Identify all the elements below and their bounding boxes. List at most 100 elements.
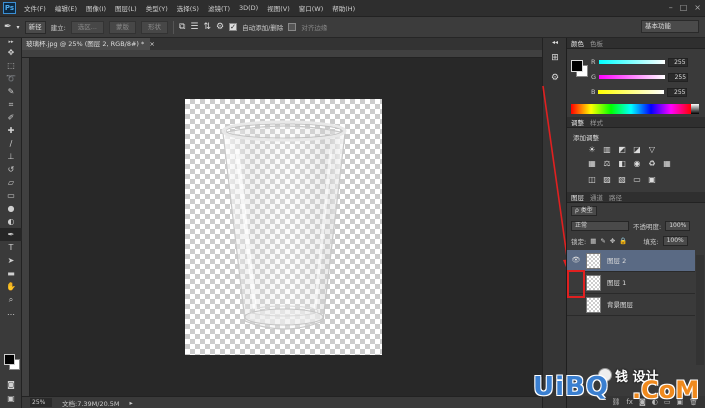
- layer-name[interactable]: 图层 1: [607, 272, 626, 294]
- tab-styles[interactable]: 样式: [590, 117, 603, 127]
- blend-mode-select[interactable]: 正常: [571, 220, 629, 231]
- toolbar-grip[interactable]: ▸▸: [0, 38, 22, 46]
- history-panel-icon[interactable]: ⊞: [543, 48, 567, 68]
- lock-paint-icon[interactable]: ✎: [600, 237, 605, 245]
- tab-swatches[interactable]: 色板: [590, 38, 603, 48]
- tab-paths[interactable]: 路径: [609, 192, 622, 202]
- path-select-tool-icon[interactable]: ➤: [0, 254, 22, 267]
- lock-position-icon[interactable]: ✥: [610, 237, 615, 245]
- move-tool-icon[interactable]: ✥: [0, 46, 22, 59]
- pen-tool-icon[interactable]: ✒: [4, 22, 12, 32]
- slider-b-value[interactable]: 255: [667, 87, 688, 97]
- shape-tool-icon[interactable]: ▬: [0, 267, 22, 280]
- tab-layers[interactable]: 图层: [571, 192, 584, 202]
- slider-b-track[interactable]: [598, 90, 665, 94]
- marquee-tool-icon[interactable]: ⬚: [0, 59, 22, 72]
- zoom-tool-icon[interactable]: ⌕: [0, 293, 22, 306]
- brush-tool-icon[interactable]: ∕: [0, 137, 22, 150]
- levels-icon[interactable]: ▥: [602, 145, 612, 155]
- ruler-vertical[interactable]: [22, 58, 30, 396]
- vibrance-icon[interactable]: ▽: [647, 145, 657, 155]
- align-edges-checkbox[interactable]: [288, 23, 297, 31]
- chevron-down-icon[interactable]: ▾: [17, 24, 20, 31]
- hand-tool-icon[interactable]: ✋: [0, 280, 22, 293]
- slider-b[interactable]: B 255: [591, 87, 688, 97]
- path-arrange-icon[interactable]: ⇅: [203, 22, 211, 32]
- layer-row-2[interactable]: 👁 图层 2: [567, 250, 695, 272]
- document-size[interactable]: 文档:7.39M/20.5M: [62, 398, 120, 408]
- hue-saturation-icon[interactable]: ▦: [587, 159, 597, 169]
- slider-g[interactable]: G 255: [591, 72, 689, 82]
- eyedropper-tool-icon[interactable]: ✐: [0, 111, 22, 124]
- close-button[interactable]: ×: [694, 3, 701, 12]
- history-brush-tool-icon[interactable]: ↺: [0, 163, 22, 176]
- menu-window[interactable]: 窗口(W): [299, 3, 324, 13]
- photo-filter-icon[interactable]: ◉: [632, 159, 642, 169]
- color-panel-foreground[interactable]: [571, 60, 583, 72]
- menu-select[interactable]: 选择(S): [177, 3, 199, 13]
- document-tab-close-icon[interactable]: ×: [149, 40, 154, 48]
- eye-icon[interactable]: 👁: [570, 254, 582, 267]
- maximize-button[interactable]: □: [680, 3, 688, 12]
- more-tools-icon[interactable]: …: [0, 306, 22, 319]
- shape-button[interactable]: 形状: [140, 20, 168, 34]
- color-spectrum-grayscale[interactable]: [691, 104, 699, 114]
- blur-tool-icon[interactable]: ●: [0, 202, 22, 215]
- menu-view[interactable]: 视图(V): [267, 3, 290, 13]
- eraser-tool-icon[interactable]: ▱: [0, 176, 22, 189]
- layer-filter-select[interactable]: ρ 类型: [571, 205, 597, 216]
- foreground-color[interactable]: [4, 354, 15, 365]
- canvas-area[interactable]: [30, 58, 542, 396]
- opacity-input[interactable]: 100%: [665, 220, 691, 231]
- stamp-tool-icon[interactable]: ⊥: [0, 150, 22, 163]
- slider-r-value[interactable]: 255: [667, 57, 688, 67]
- black-white-icon[interactable]: ◧: [617, 159, 627, 169]
- lasso-tool-icon[interactable]: ➰: [0, 72, 22, 85]
- channel-mixer-icon[interactable]: ♻: [647, 159, 657, 169]
- menu-edit[interactable]: 编辑(E): [55, 3, 77, 13]
- menu-3d[interactable]: 3D(D): [239, 4, 258, 12]
- auto-add-checkbox[interactable]: ✓: [229, 23, 238, 31]
- layer-name[interactable]: 图层 2: [607, 250, 626, 272]
- type-tool-icon[interactable]: T: [0, 241, 22, 254]
- menu-image[interactable]: 图像(I): [86, 3, 106, 13]
- curves-icon[interactable]: ◩: [617, 145, 627, 155]
- slider-r-track[interactable]: [598, 60, 665, 64]
- posterize-icon[interactable]: ▨: [602, 175, 612, 185]
- fill-input[interactable]: 100%: [662, 235, 688, 246]
- mask-button[interactable]: 蒙版: [108, 20, 136, 34]
- healing-tool-icon[interactable]: ✚: [0, 124, 22, 137]
- lock-all-icon[interactable]: 🔒: [619, 237, 627, 245]
- slider-g-track[interactable]: [599, 75, 666, 79]
- selective-color-icon[interactable]: ▣: [647, 175, 657, 185]
- layer-row-background[interactable]: 背景图层: [567, 294, 695, 316]
- pen-tool-icon[interactable]: ✒: [0, 228, 22, 241]
- menu-filter[interactable]: 滤镜(T): [208, 3, 230, 13]
- selection-button[interactable]: 选区...: [70, 20, 104, 34]
- workspace-select[interactable]: 基本功能: [641, 20, 699, 33]
- color-swatches[interactable]: [4, 354, 22, 372]
- crop-tool-icon[interactable]: ⌗: [0, 98, 22, 111]
- dodge-tool-icon[interactable]: ◐: [0, 215, 22, 228]
- screen-mode-icon[interactable]: ▣: [0, 392, 22, 405]
- tab-color[interactable]: 颜色: [571, 38, 584, 48]
- menu-type[interactable]: 类型(Y): [146, 3, 168, 13]
- quick-select-tool-icon[interactable]: ✎: [0, 85, 22, 98]
- ruler-horizontal[interactable]: [22, 50, 542, 58]
- path-alignment-icon[interactable]: ☰: [190, 22, 198, 32]
- slider-r[interactable]: R 255: [591, 57, 688, 67]
- dock-collapse-icon[interactable]: ◂◂: [543, 38, 567, 48]
- layers-scrollbar[interactable]: [696, 255, 704, 365]
- gear-icon[interactable]: ⚙: [216, 22, 224, 32]
- exposure-icon[interactable]: ◪: [632, 145, 642, 155]
- menu-help[interactable]: 帮助(H): [332, 3, 355, 13]
- color-lookup-icon[interactable]: ▦: [662, 159, 672, 169]
- lock-pixels-icon[interactable]: ▦: [590, 237, 596, 245]
- tab-channels[interactable]: 通道: [590, 192, 603, 202]
- document-tab[interactable]: 玻璃杯.jpg @ 25% (图层 2, RGB/8#) * ×: [22, 38, 155, 50]
- threshold-icon[interactable]: ▧: [617, 175, 627, 185]
- menu-layer[interactable]: 图层(L): [115, 3, 137, 13]
- brightness-icon[interactable]: ☀: [587, 145, 597, 155]
- link-layers-icon[interactable]: ⛓: [611, 398, 620, 406]
- status-arrow-icon[interactable]: ▸: [130, 399, 133, 407]
